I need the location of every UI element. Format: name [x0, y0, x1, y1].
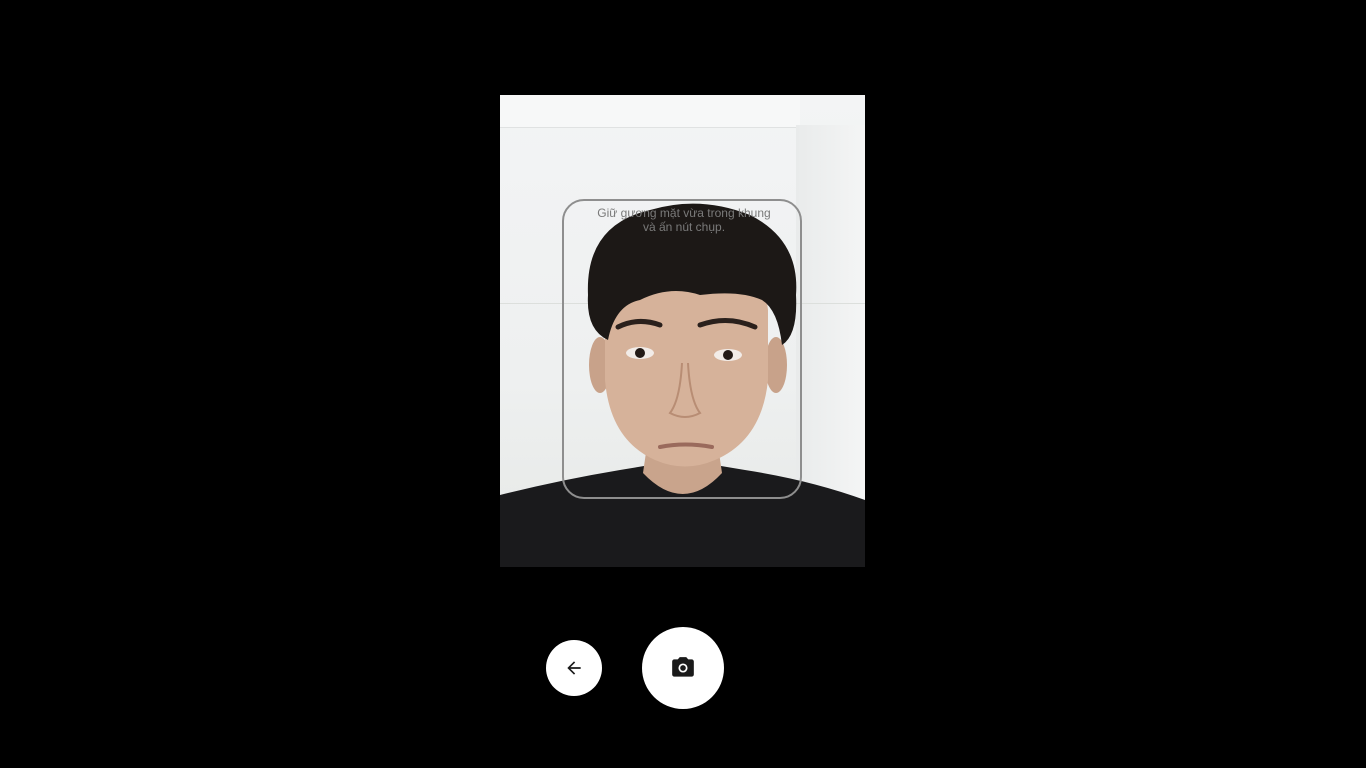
- arrow-left-icon: [567, 661, 581, 675]
- face-frame: [562, 199, 802, 499]
- instruction-line-2: và ấn nút chụp.: [642, 220, 726, 234]
- back-button[interactable]: [546, 640, 602, 696]
- camera-icon: [672, 657, 694, 677]
- camera-capture-screen: Giữ gương mặt vừa trong khung và ấn nút …: [0, 0, 1366, 768]
- instruction-text: Giữ gương mặt vừa trong khung và ấn nút …: [564, 206, 804, 234]
- capture-button[interactable]: [642, 627, 724, 709]
- instruction-line-1: Giữ gương mặt vừa trong khung: [597, 206, 771, 220]
